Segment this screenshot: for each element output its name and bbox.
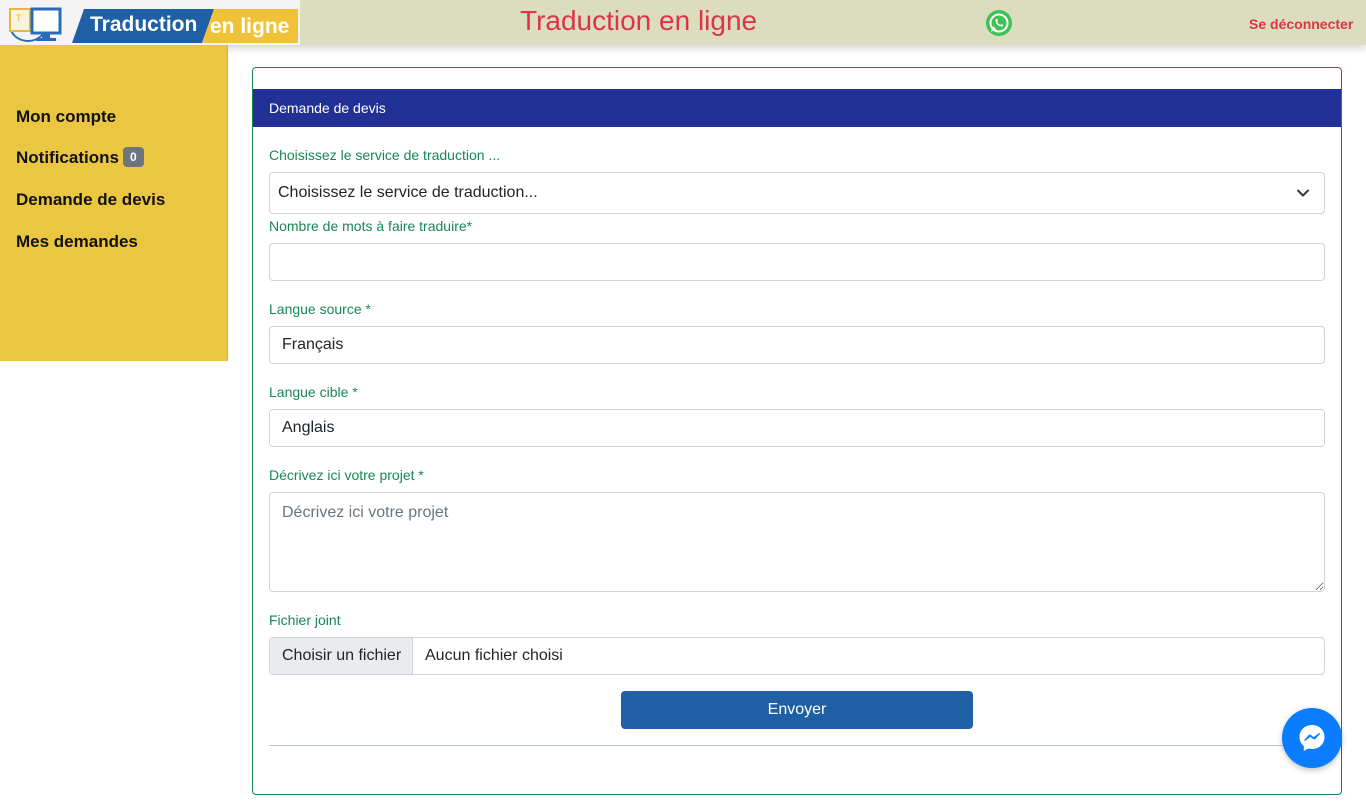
sidebar: Mon compte Notifications 0 Demande de dev…	[0, 45, 228, 361]
chevron-down-icon	[1297, 189, 1309, 197]
sidebar-item-mon-compte[interactable]: Mon compte	[16, 106, 116, 128]
quote-request-card: Demande de devis Choisissez le service d…	[252, 67, 1342, 795]
source-language-input[interactable]	[269, 326, 1325, 364]
card-header-title: Demande de devis	[253, 89, 1341, 127]
messenger-chat-button[interactable]	[1282, 708, 1342, 768]
attachment-file-input[interactable]: Choisir un fichier Aucun fichier choisi	[269, 637, 1325, 675]
page-title: Traduction en ligne	[520, 5, 758, 36]
file-status-text: Aucun fichier choisi	[425, 647, 563, 664]
sidebar-item-notifications[interactable]: Notifications 0	[16, 147, 144, 169]
logo-text-en-ligne: en ligne	[210, 15, 290, 38]
sidebar-item-label: Mes demandes	[16, 232, 138, 251]
svg-text:T: T	[16, 13, 22, 23]
sidebar-item-mes-demandes[interactable]: Mes demandes	[16, 231, 138, 253]
monitor-logo-icon: T	[9, 7, 62, 42]
attachment-label: Fichier joint	[269, 612, 341, 628]
service-select-value: Choisissez le service de traduction...	[278, 184, 538, 201]
sidebar-item-demande-de-devis[interactable]: Demande de devis	[16, 189, 165, 211]
service-label: Choisissez le service de traduction ...	[269, 147, 501, 163]
word-count-input[interactable]	[269, 243, 1325, 281]
source-language-label: Langue source *	[269, 301, 371, 317]
sidebar-item-label: Notifications	[16, 148, 119, 167]
word-count-label: Nombre de mots à faire traduire*	[269, 218, 473, 234]
site-logo[interactable]: T Traduction en ligne	[0, 0, 300, 45]
project-description-textarea[interactable]	[269, 492, 1325, 592]
sidebar-item-label: Mon compte	[16, 107, 117, 126]
submit-button[interactable]: Envoyer	[621, 691, 973, 729]
form-divider	[269, 745, 1325, 746]
messenger-icon	[1299, 725, 1325, 751]
sidebar-item-label: Demande de devis	[16, 190, 166, 209]
project-description-label: Décrivez ici votre projet *	[269, 467, 424, 483]
target-language-input[interactable]	[269, 409, 1325, 447]
whatsapp-icon[interactable]	[985, 9, 1013, 37]
logout-link[interactable]: Se déconnecter	[1249, 16, 1353, 32]
target-language-label: Langue cible *	[269, 384, 358, 400]
notification-count-badge: 0	[122, 147, 144, 167]
service-select[interactable]: Choisissez le service de traduction...	[269, 172, 1325, 214]
top-bar: T Traduction en ligne Traduction en lign…	[0, 0, 1366, 45]
logo-text-traduction: Traduction	[90, 13, 198, 36]
choose-file-button[interactable]: Choisir un fichier	[270, 638, 413, 674]
